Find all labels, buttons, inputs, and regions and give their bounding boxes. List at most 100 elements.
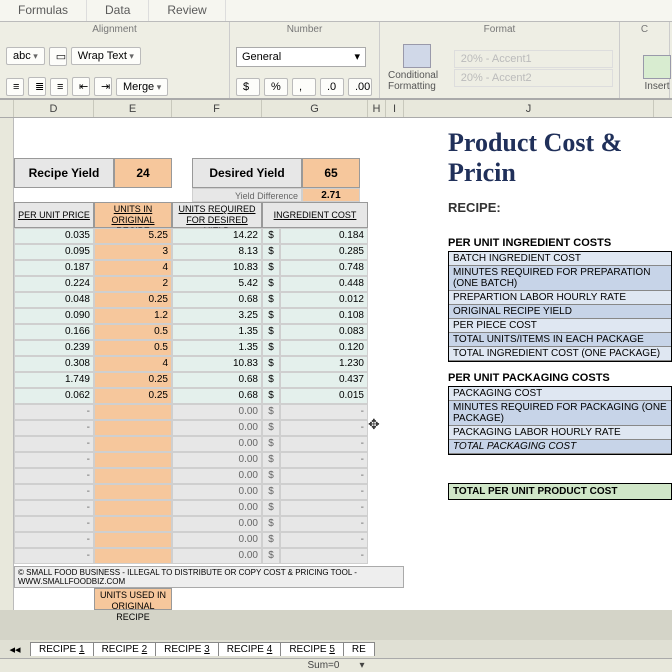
cell-cost[interactable]: - <box>280 404 368 420</box>
cell-cost[interactable]: 0.448 <box>280 276 368 292</box>
cell-units-orig[interactable] <box>94 548 172 564</box>
cell-units-orig[interactable]: 4 <box>94 260 172 276</box>
table-row[interactable]: -0.00$- <box>14 500 404 516</box>
cell-cost[interactable]: 0.083 <box>280 324 368 340</box>
col-e[interactable]: E <box>94 100 172 117</box>
cell-units-req[interactable]: 5.42 <box>172 276 262 292</box>
table-row[interactable]: 0.0355.2514.22$0.184 <box>14 228 404 244</box>
wrap-icon[interactable]: ▭ <box>49 47 67 66</box>
cell-units-orig[interactable]: 0.25 <box>94 292 172 308</box>
cell-units-orig[interactable]: 3 <box>94 244 172 260</box>
tab-formulas[interactable]: Formulas <box>0 0 87 21</box>
table-row[interactable]: -0.00$- <box>14 404 404 420</box>
cell-units-req[interactable]: 1.35 <box>172 340 262 356</box>
cell-units-req[interactable]: 8.13 <box>172 244 262 260</box>
cell-units-orig[interactable]: 2 <box>94 276 172 292</box>
cell-units-req[interactable]: 0.00 <box>172 404 262 420</box>
col-f[interactable]: F <box>172 100 262 117</box>
cell-price[interactable]: 0.239 <box>14 340 94 356</box>
cell-cost[interactable]: 0.285 <box>280 244 368 260</box>
cell-units-req[interactable]: 0.00 <box>172 420 262 436</box>
cell-units-orig[interactable] <box>94 404 172 420</box>
col-i[interactable]: I <box>386 100 404 117</box>
cell-cost[interactable]: 0.015 <box>280 388 368 404</box>
currency-icon[interactable]: $ <box>236 78 260 96</box>
table-row[interactable]: 0.22425.42$0.448 <box>14 276 404 292</box>
table-row[interactable]: 0.308410.83$1.230 <box>14 356 404 372</box>
percent-icon[interactable]: % <box>264 78 288 96</box>
cell-units-req[interactable]: 14.22 <box>172 228 262 244</box>
cell-units-orig[interactable]: 0.25 <box>94 388 172 404</box>
table-row[interactable]: -0.00$- <box>14 484 404 500</box>
cell-units-req[interactable]: 1.35 <box>172 324 262 340</box>
desired-yield-value[interactable]: 65 <box>302 158 360 188</box>
cell-units-req[interactable]: 0.00 <box>172 436 262 452</box>
cell-styles-gallery[interactable]: 20% - Accent1 20% - Accent2 <box>454 49 613 88</box>
cell-cost[interactable]: 0.120 <box>280 340 368 356</box>
cell-units-orig[interactable]: 4 <box>94 356 172 372</box>
cell-units-req[interactable]: 0.00 <box>172 500 262 516</box>
merge-button[interactable]: Merge <box>116 78 168 96</box>
table-row[interactable]: -0.00$- <box>14 468 404 484</box>
cell-price[interactable]: 0.035 <box>14 228 94 244</box>
indent-inc-icon[interactable]: ⇥ <box>94 77 112 96</box>
col-h[interactable]: H <box>368 100 386 117</box>
cell-cost[interactable]: - <box>280 548 368 564</box>
wrap-text-button[interactable]: Wrap Text <box>71 47 141 65</box>
cell-cost[interactable]: 0.437 <box>280 372 368 388</box>
tab-nav-prev-icon[interactable]: ◂◂ <box>0 643 30 656</box>
table-row[interactable]: 0.0620.250.68$0.015 <box>14 388 404 404</box>
number-format-select[interactable]: General▾ <box>236 47 366 67</box>
cell-units-orig[interactable] <box>94 532 172 548</box>
cell-units-orig[interactable] <box>94 436 172 452</box>
table-row[interactable]: 0.0901.23.25$0.108 <box>14 308 404 324</box>
cell-units-orig[interactable] <box>94 484 172 500</box>
table-row[interactable]: 0.09538.13$0.285 <box>14 244 404 260</box>
cell-price[interactable]: - <box>14 484 94 500</box>
col-g[interactable]: G <box>262 100 368 117</box>
cell-price[interactable]: 0.187 <box>14 260 94 276</box>
cell-price[interactable]: 0.224 <box>14 276 94 292</box>
cell-cost[interactable]: 0.184 <box>280 228 368 244</box>
cell-price[interactable]: 1.749 <box>14 372 94 388</box>
indent-dec-icon[interactable]: ⇤ <box>72 77 90 96</box>
sheet-tab[interactable]: RECIPE 5 <box>280 642 344 656</box>
cell-price[interactable]: - <box>14 532 94 548</box>
orientation-button[interactable]: abc <box>6 47 45 65</box>
table-row[interactable]: 0.2390.51.35$0.120 <box>14 340 404 356</box>
cell-price[interactable]: - <box>14 516 94 532</box>
table-row[interactable]: -0.00$- <box>14 420 404 436</box>
sheet-tab[interactable]: RECIPE 3 <box>155 642 219 656</box>
table-row[interactable]: -0.00$- <box>14 452 404 468</box>
cell-cost[interactable]: - <box>280 468 368 484</box>
cell-units-orig[interactable] <box>94 468 172 484</box>
cell-cost[interactable]: - <box>280 484 368 500</box>
conditional-formatting-button[interactable]: Conditional Formatting <box>386 40 448 96</box>
cell-cost[interactable]: 1.230 <box>280 356 368 372</box>
cell-units-orig[interactable]: 1.2 <box>94 308 172 324</box>
sheet-tab[interactable]: RECIPE 1 <box>30 642 94 656</box>
align-center-icon[interactable]: ≣ <box>28 77 46 96</box>
table-row[interactable]: -0.00$- <box>14 516 404 532</box>
cell-price[interactable]: 0.166 <box>14 324 94 340</box>
table-row[interactable]: -0.00$- <box>14 532 404 548</box>
cell-units-req[interactable]: 0.00 <box>172 532 262 548</box>
cell-units-req[interactable]: 0.68 <box>172 292 262 308</box>
cell-units-orig[interactable] <box>94 452 172 468</box>
cell-price[interactable]: - <box>14 404 94 420</box>
cell-cost[interactable]: - <box>280 500 368 516</box>
cell-cost[interactable]: - <box>280 516 368 532</box>
col-d[interactable]: D <box>14 100 94 117</box>
cell-price[interactable]: 0.308 <box>14 356 94 372</box>
cell-units-orig[interactable]: 0.25 <box>94 372 172 388</box>
cell-cost[interactable]: - <box>280 452 368 468</box>
cell-units-orig[interactable] <box>94 420 172 436</box>
cell-cost[interactable]: 0.012 <box>280 292 368 308</box>
insert-button[interactable]: Insert <box>626 51 672 96</box>
cell-cost[interactable]: - <box>280 436 368 452</box>
cell-units-req[interactable]: 0.00 <box>172 548 262 564</box>
cell-cost[interactable]: - <box>280 420 368 436</box>
sheet-tab[interactable]: RE <box>343 642 375 656</box>
cell-units-orig[interactable] <box>94 500 172 516</box>
comma-icon[interactable]: , <box>292 78 316 96</box>
